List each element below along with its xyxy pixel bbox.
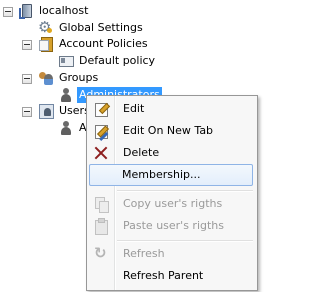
- tree-label-global-settings: Global Settings: [59, 21, 143, 34]
- policy-card-icon: [58, 53, 74, 69]
- collapse-root-toggle[interactable]: [3, 7, 13, 17]
- delete-icon: [93, 145, 109, 161]
- tree-node-localhost[interactable]: localhost: [18, 2, 90, 20]
- menu-item-refresh-parent[interactable]: Refresh Parent: [89, 265, 253, 287]
- group-user-icon: [58, 87, 74, 103]
- menu-separator: [117, 240, 253, 241]
- user-icon: [58, 120, 74, 136]
- menu-label-paste-rights: Paste user's rigths: [123, 219, 225, 232]
- users-folder-icon: [38, 103, 54, 119]
- paste-icon: [93, 218, 109, 235]
- context-menu: Edit Edit On New Tab Delete Membership..…: [86, 95, 258, 291]
- tree-node-groups[interactable]: Groups: [38, 69, 100, 87]
- tree-label-groups: Groups: [59, 71, 99, 84]
- menu-label-edit: Edit: [123, 102, 145, 115]
- tree-node-default-policy[interactable]: Default policy: [58, 52, 157, 70]
- menu-label-copy-rights: Copy user's rigths: [123, 197, 223, 210]
- tree-node-users[interactable]: Users: [38, 102, 92, 120]
- menu-item-paste-rights[interactable]: Paste user's rigths: [89, 215, 253, 237]
- tree-node-user-child[interactable]: A: [58, 119, 89, 137]
- menu-label-refresh: Refresh: [123, 247, 165, 260]
- menu-item-refresh[interactable]: Refresh: [89, 243, 253, 265]
- menu-label-membership: Membership...: [122, 168, 201, 181]
- menu-item-edit-new-tab[interactable]: Edit On New Tab: [89, 120, 253, 142]
- collapse-account-policies-toggle[interactable]: [22, 40, 32, 50]
- edit-new-tab-icon: [93, 123, 109, 139]
- tree-node-account-policies[interactable]: Account Policies: [38, 35, 150, 53]
- collapse-users-toggle[interactable]: [22, 107, 32, 117]
- gear-icon: [38, 18, 54, 36]
- menu-label-delete: Delete: [123, 146, 160, 159]
- edit-icon: [93, 101, 109, 117]
- refresh-icon: [93, 244, 109, 262]
- menu-label-refresh-parent: Refresh Parent: [123, 269, 204, 282]
- menu-item-delete[interactable]: Delete: [89, 142, 253, 164]
- menu-label-edit-new-tab: Edit On New Tab: [123, 124, 214, 137]
- collapse-groups-toggle[interactable]: [22, 74, 32, 84]
- copy-icon: [93, 196, 109, 213]
- menu-item-membership[interactable]: Membership...: [89, 164, 253, 186]
- tree-label-localhost: localhost: [39, 4, 89, 17]
- groups-icon: [38, 70, 54, 86]
- menu-item-edit[interactable]: Edit: [89, 98, 253, 120]
- menu-item-copy-rights[interactable]: Copy user's rigths: [89, 193, 253, 215]
- policy-folder-icon: [38, 36, 54, 52]
- menu-separator: [117, 190, 253, 191]
- server-icon: [18, 3, 34, 19]
- tree-label-default-policy: Default policy: [79, 54, 156, 67]
- tree-label-account-policies: Account Policies: [59, 37, 148, 50]
